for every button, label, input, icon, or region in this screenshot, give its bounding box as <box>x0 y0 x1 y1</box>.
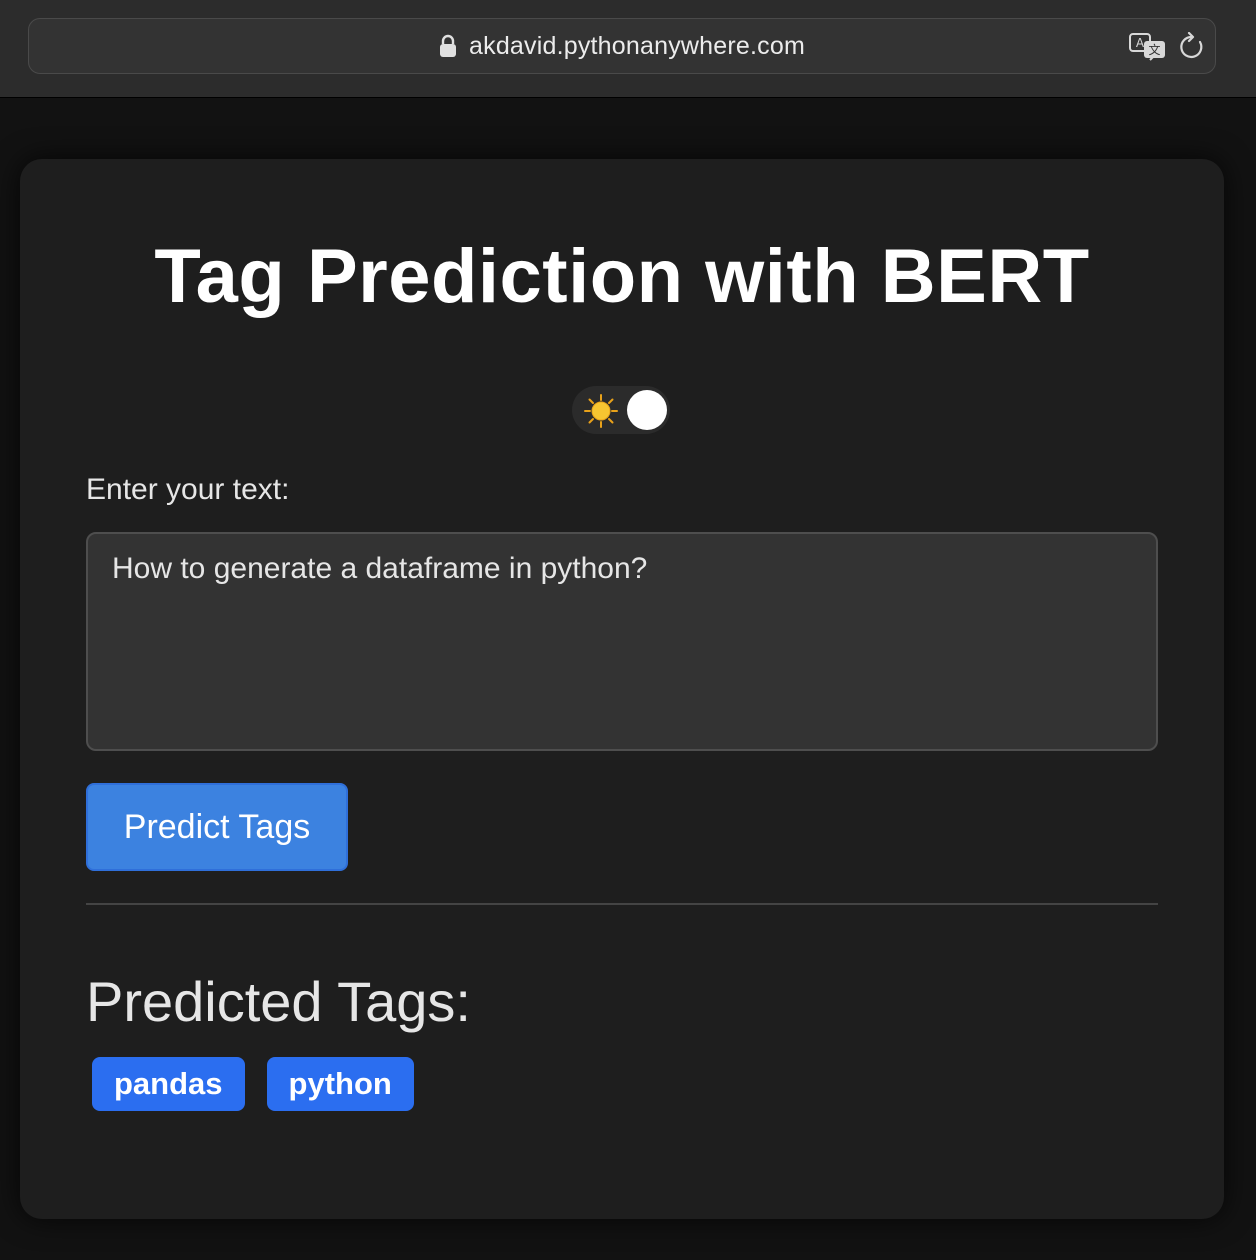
tag-list: pandas python <box>92 1057 414 1111</box>
sun-icon <box>584 394 618 428</box>
reload-icon[interactable] <box>1178 31 1206 62</box>
svg-text:A: A <box>1136 36 1145 50</box>
url-text[interactable]: akdavid.pythonanywhere.com <box>469 32 805 61</box>
lock-icon <box>439 34 457 58</box>
page-title: Tag Prediction with BERT <box>154 234 1090 319</box>
svg-text:文: 文 <box>1148 42 1160 57</box>
url-container: akdavid.pythonanywhere.com <box>29 19 1215 73</box>
address-bar[interactable]: akdavid.pythonanywhere.com <box>28 18 1216 74</box>
results-heading: Predicted Tags: <box>86 970 471 1033</box>
predict-tags-button[interactable]: Predict Tags <box>86 783 348 871</box>
translate-icon[interactable]: A 文 <box>1128 32 1168 62</box>
page-body: Tag Prediction with BERT Enter your text… <box>0 99 1256 1260</box>
tag-badge: pandas <box>92 1057 245 1111</box>
theme-toggle[interactable] <box>572 386 670 434</box>
tag-badge: python <box>266 1057 414 1111</box>
toggle-knob <box>627 390 667 430</box>
divider <box>86 903 1158 905</box>
text-input[interactable]: How to generate a dataframe in python? <box>86 532 1158 751</box>
browser-toolbar: akdavid.pythonanywhere.com A 文 <box>0 0 1256 98</box>
input-label: Enter your text: <box>86 473 290 506</box>
main-card: Tag Prediction with BERT Enter your text… <box>20 159 1224 1219</box>
